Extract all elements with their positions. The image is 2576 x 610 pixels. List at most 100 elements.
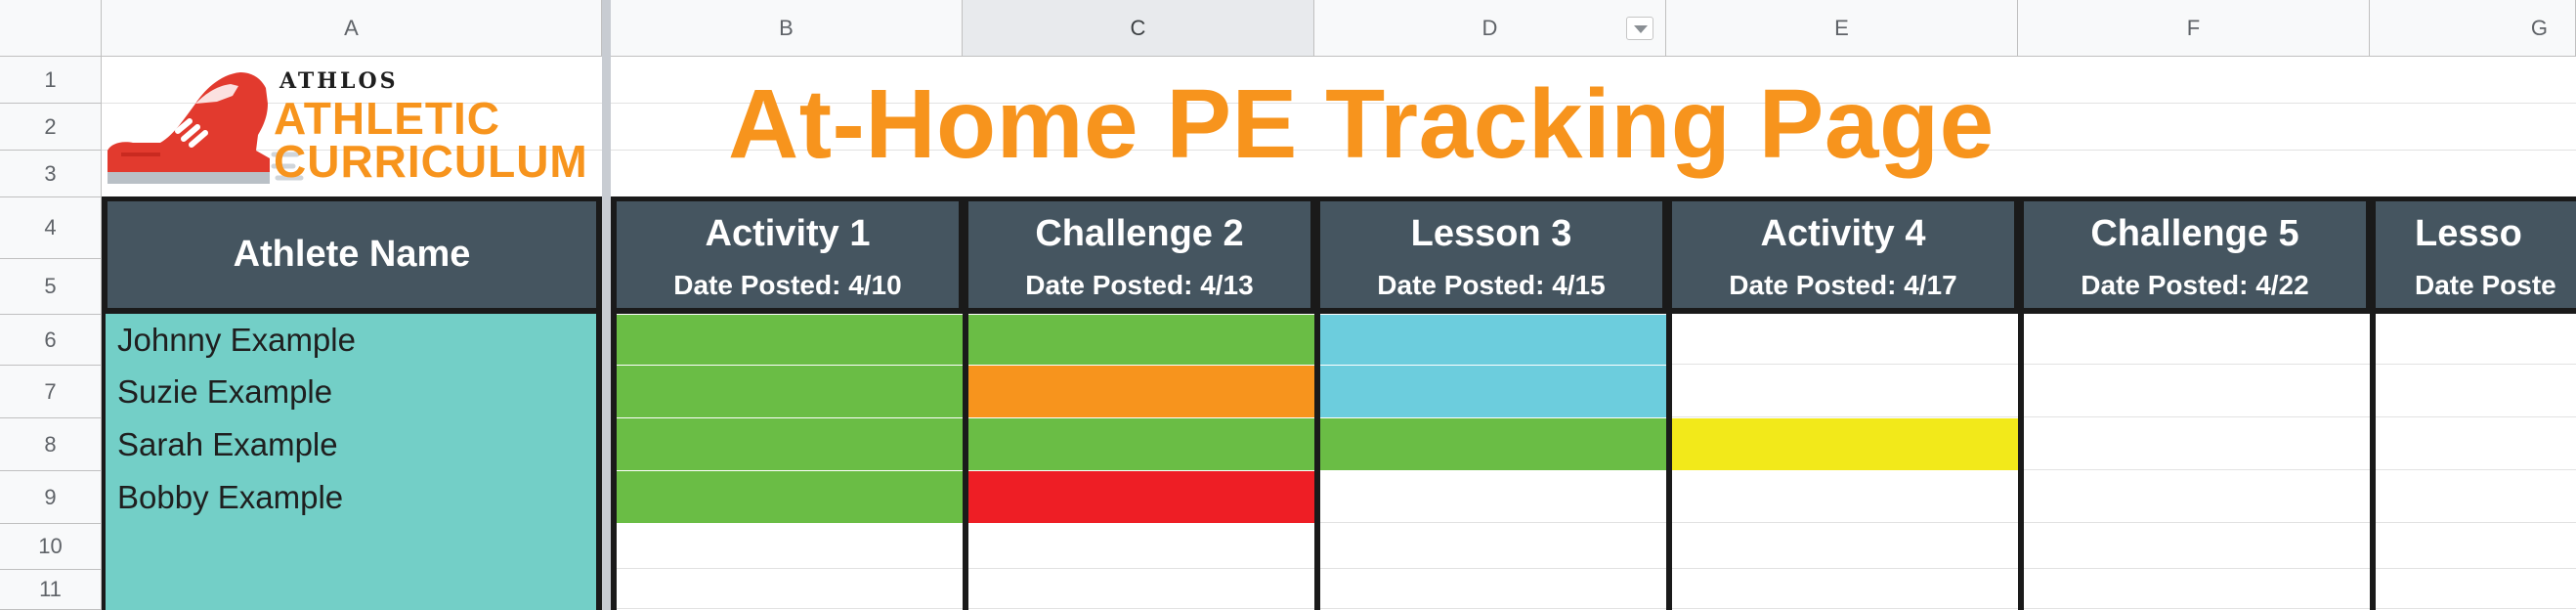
status-cell-white[interactable] [2376, 418, 2576, 470]
column-header-f[interactable]: F [2018, 0, 2370, 57]
status-cell-white[interactable] [1320, 471, 1666, 523]
status-cell-white[interactable] [1672, 366, 2018, 417]
status-cell-white[interactable] [2024, 418, 2370, 470]
row-label: 7 [44, 378, 57, 404]
athlete-name-cell[interactable] [106, 524, 596, 570]
athlete-name-cell[interactable]: Sarah Example [106, 418, 596, 471]
column-header-c[interactable]: C [963, 0, 1314, 57]
row-header-1[interactable]: 1 [0, 57, 102, 104]
column-header-d[interactable]: D [1314, 0, 1666, 57]
row-header-8[interactable]: 8 [0, 418, 102, 471]
assignment-header[interactable]: Lesson 3 Date Posted: 4/15 [1320, 201, 1662, 308]
assignment-header[interactable]: Challenge 2 Date Posted: 4/13 [968, 201, 1310, 308]
status-cell-white[interactable] [617, 570, 963, 609]
athlete-name-cell[interactable]: Johnny Example [106, 315, 596, 366]
row-header-6[interactable]: 6 [0, 315, 102, 366]
status-cell-white[interactable] [2376, 315, 2576, 365]
row-label: 5 [44, 274, 57, 298]
status-cell-white[interactable] [2024, 366, 2370, 417]
row-header-10[interactable]: 10 [0, 524, 102, 570]
athlos-logo: ATHLOS ATHLETIC CURRICULUM [102, 57, 602, 197]
row-header-4[interactable]: 4 [0, 197, 102, 259]
status-cell-green[interactable] [968, 315, 1314, 365]
row-label: 1 [44, 66, 57, 92]
column-label: F [2186, 15, 2201, 40]
row-header-7[interactable]: 7 [0, 366, 102, 418]
athlete-name-cell[interactable]: Suzie Example [106, 366, 596, 418]
assignment-date: Date Poste [2415, 270, 2556, 300]
status-cell-white[interactable] [2376, 366, 2576, 417]
frozen-column-divider[interactable] [602, 0, 611, 610]
assignment-date: Date Posted: 4/17 [1729, 270, 1957, 300]
athlete-name-cell[interactable] [106, 570, 596, 610]
assignment-header[interactable]: Activity 4 Date Posted: 4/17 [1672, 201, 2014, 308]
logo-small-text: ATHLOS [279, 68, 399, 94]
status-cell-white[interactable] [1672, 570, 2018, 609]
status-cell-white[interactable] [2024, 471, 2370, 523]
column-header-b[interactable]: B [611, 0, 963, 57]
row-header-9[interactable]: 9 [0, 471, 102, 524]
assignment-date: Date Posted: 4/10 [673, 270, 902, 300]
status-cell-green[interactable] [617, 315, 963, 365]
status-cell-yellow[interactable] [1672, 418, 2018, 470]
row-header-3[interactable]: 3 [0, 151, 102, 197]
row-header-5[interactable]: 5 [0, 259, 102, 315]
status-cell-white[interactable] [2376, 471, 2576, 523]
athlete-name-cell[interactable]: Bobby Example [106, 471, 596, 524]
row-label: 4 [44, 215, 57, 240]
column-label: C [1130, 15, 1146, 40]
status-cell-green[interactable] [617, 471, 963, 523]
assignment-date: Date Posted: 4/15 [1377, 270, 1606, 300]
row-label: 9 [44, 484, 57, 509]
status-cell-white[interactable] [1672, 524, 2018, 569]
row-label: 10 [38, 534, 63, 558]
column-label: D [1481, 15, 1498, 40]
status-cell-white[interactable] [1672, 471, 2018, 523]
filter-dropdown-icon[interactable] [1626, 17, 1653, 40]
column-label: B [779, 15, 794, 40]
status-cell-white[interactable] [617, 524, 963, 569]
status-cell-blue[interactable] [1320, 315, 1666, 365]
status-cell-white[interactable] [968, 570, 1314, 609]
status-cell-green[interactable] [617, 366, 963, 417]
column-header-g[interactable]: G [2370, 0, 2576, 57]
status-cell-white[interactable] [1320, 524, 1666, 569]
status-cell-blue[interactable] [1320, 366, 1666, 417]
row-header-2[interactable]: 2 [0, 104, 102, 151]
status-cell-red[interactable] [968, 471, 1314, 523]
assignment-header[interactable]: Challenge 5 Date Posted: 4/22 [2024, 201, 2366, 308]
assignment-header[interactable]: Lesso Date Poste [2376, 201, 2576, 308]
select-all-corner[interactable] [0, 0, 102, 57]
column-header-a[interactable]: A [102, 0, 602, 57]
assignment-title: Activity 1 [705, 213, 871, 254]
status-cell-white[interactable] [1320, 570, 1666, 609]
row-header-11[interactable]: 11 [0, 570, 102, 610]
status-cell-green[interactable] [1320, 418, 1666, 470]
column-label: G [2530, 15, 2548, 40]
assignment-title: Challenge 5 [2090, 213, 2299, 254]
logo-line2: CURRICULUM [274, 136, 588, 187]
row-label: 3 [44, 160, 57, 186]
status-cell-white[interactable] [2376, 570, 2576, 609]
athlete-name-header[interactable]: Athlete Name [107, 201, 596, 308]
assignment-header[interactable]: Activity 1 Date Posted: 4/10 [617, 201, 959, 308]
status-cell-white[interactable] [2376, 524, 2576, 569]
column-header-e[interactable]: E [1666, 0, 2018, 57]
assignment-title: Lesso [2415, 213, 2522, 254]
status-cell-orange[interactable] [968, 366, 1314, 417]
assignment-title: Activity 4 [1760, 213, 1926, 254]
status-cell-green[interactable] [617, 418, 963, 470]
logo-line1: ATHLETIC [274, 93, 501, 144]
row-label: 6 [44, 327, 57, 352]
status-cell-white[interactable] [2024, 315, 2370, 365]
column-label: E [1834, 15, 1849, 40]
assignment-title: Challenge 2 [1035, 213, 1244, 254]
status-cell-green[interactable] [968, 418, 1314, 470]
column-label: A [344, 15, 359, 40]
status-cell-white[interactable] [2024, 524, 2370, 569]
assignment-date: Date Posted: 4/22 [2081, 270, 2309, 300]
status-cell-white[interactable] [2024, 570, 2370, 609]
status-cell-white[interactable] [1672, 315, 2018, 365]
row-label: 2 [44, 113, 57, 139]
status-cell-white[interactable] [968, 524, 1314, 569]
